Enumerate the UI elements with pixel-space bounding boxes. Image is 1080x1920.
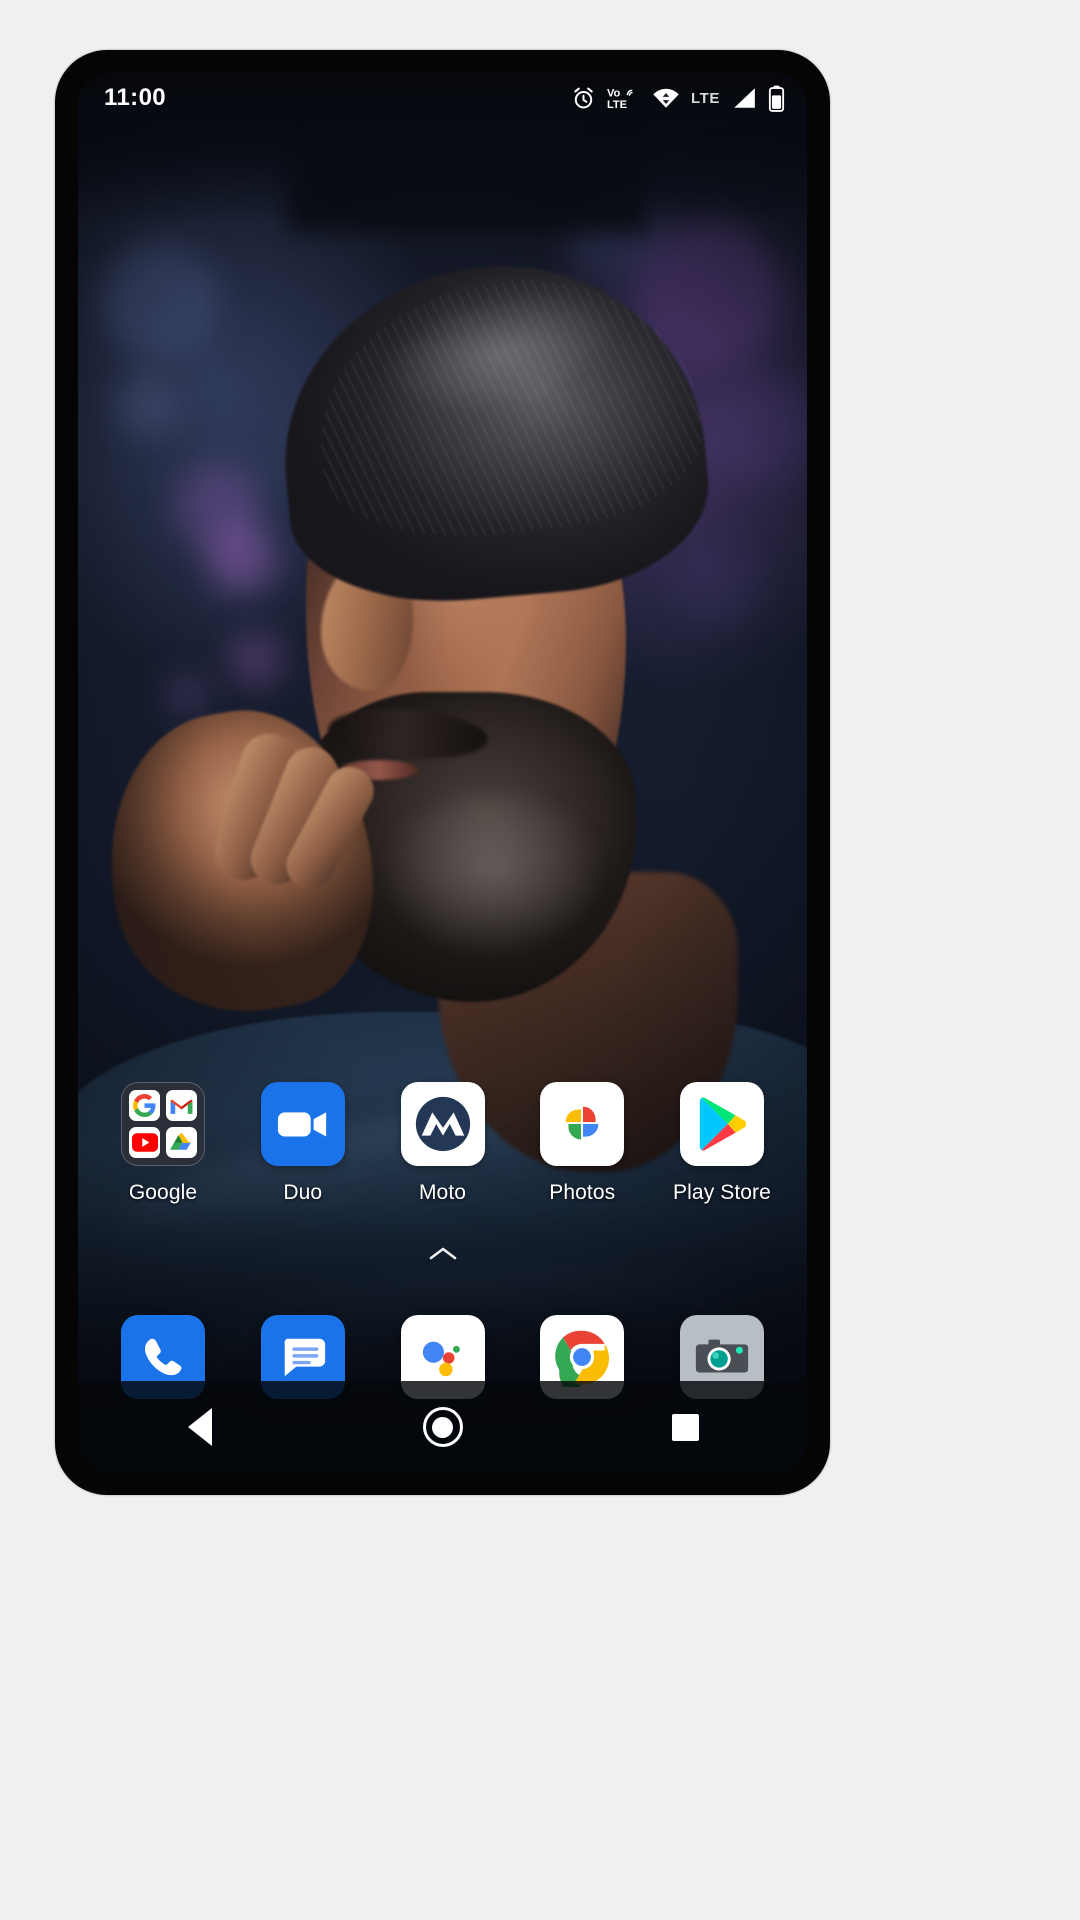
home-app-row: Google Duo Moto Photos Play Store [78, 1082, 807, 1205]
google-drive-icon [166, 1127, 197, 1158]
app-icon-duo[interactable]: Duo [244, 1082, 362, 1205]
moto-icon[interactable] [400, 1082, 485, 1166]
nav-back-button[interactable] [140, 1381, 260, 1473]
duo-tile [260, 1082, 345, 1166]
app-label: Duo [283, 1181, 323, 1204]
play-store-icon[interactable] [680, 1082, 764, 1166]
app-label: Google [128, 1181, 198, 1204]
status-bar-clock: 11:00 [104, 84, 167, 111]
volte-icon: Vo LTE [607, 85, 641, 111]
nav-recents-button[interactable] [626, 1381, 746, 1473]
duo-icon[interactable] [260, 1082, 345, 1166]
cellular-signal-icon [731, 86, 757, 110]
app-label: Photos [549, 1181, 616, 1204]
alarm-icon [571, 86, 596, 111]
status-bar: 11:00 Vo LTE LTE [78, 72, 807, 124]
phone-frame: 11:00 Vo LTE LTE Google Duo Moto Photos … [55, 50, 830, 1495]
wifi-icon [652, 86, 680, 110]
back-triangle-icon [187, 1408, 212, 1446]
gmail-icon [166, 1090, 197, 1121]
google-search-icon [129, 1090, 160, 1121]
svg-text:Vo: Vo [607, 87, 621, 99]
folder-preview-grid [121, 1082, 205, 1166]
home-dot [432, 1416, 453, 1438]
nav-home-button[interactable] [383, 1381, 503, 1473]
navigation-bar [78, 1381, 807, 1473]
home-circle-icon [422, 1407, 463, 1447]
youtube-icon [129, 1127, 160, 1158]
app-icon-moto[interactable]: Moto [384, 1082, 502, 1205]
google-folder-icon[interactable] [121, 1082, 205, 1166]
photos-icon[interactable] [540, 1082, 625, 1166]
app-icon-google-folder[interactable]: Google [104, 1082, 222, 1205]
battery-icon [768, 85, 785, 112]
app-drawer-handle[interactable] [78, 1244, 807, 1264]
svg-text:LTE: LTE [607, 99, 627, 111]
app-icon-photos[interactable]: Photos [523, 1082, 641, 1205]
status-bar-icons: Vo LTE LTE [571, 85, 785, 112]
recents-square-icon [672, 1413, 699, 1441]
app-label: Moto [418, 1181, 467, 1204]
chevron-up-icon [429, 1247, 456, 1260]
screenshot-canvas: 11:00 Vo LTE LTE Google Duo Moto Photos … [0, 0, 1080, 1920]
moto-tile [400, 1082, 485, 1166]
lte-label: LTE [690, 89, 720, 107]
app-icon-play-store[interactable]: Play Store [663, 1082, 781, 1205]
play-store-tile [680, 1082, 764, 1166]
photos-tile [540, 1082, 625, 1166]
phone-screen: 11:00 Vo LTE LTE Google Duo Moto Photos … [78, 72, 807, 1473]
app-label: Play Store [673, 1181, 771, 1204]
